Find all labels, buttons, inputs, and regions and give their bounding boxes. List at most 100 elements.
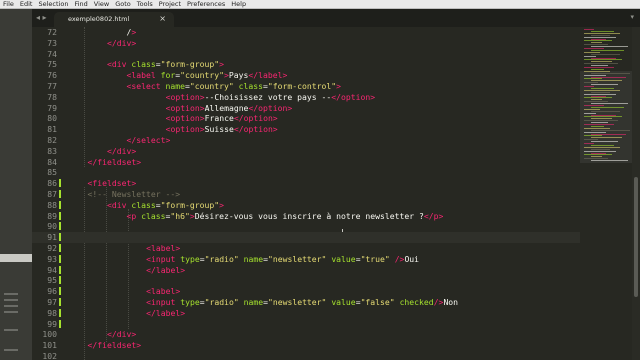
minimap-line	[584, 93, 616, 95]
code-line[interactable]: 73 </div>	[32, 38, 580, 49]
code-line[interactable]: 97 <input type="radio" name="newsletter" …	[32, 297, 580, 308]
menu-file[interactable]: File	[3, 0, 14, 9]
token-tag: <input	[146, 297, 181, 307]
token-tag: </option>	[331, 91, 376, 102]
background-window-mark	[4, 293, 18, 295]
minimap-line	[584, 127, 610, 129]
code-line[interactable]: 95	[32, 275, 580, 286]
code-text: <label>	[146, 243, 180, 254]
menu-project[interactable]: Project	[159, 0, 181, 9]
code-line[interactable]: 91	[32, 232, 580, 243]
token-attr: class	[131, 199, 156, 210]
token-attr: for	[160, 70, 176, 81]
minimap[interactable]	[580, 27, 632, 360]
menu-tools[interactable]: Tools	[137, 0, 153, 9]
background-window-mark	[4, 329, 18, 331]
code-line[interactable]: 92 <label>	[32, 243, 580, 254]
line-number: 72	[47, 27, 57, 37]
code-text: </div>	[107, 38, 136, 49]
code-line[interactable]: 75 <div class="form-group">	[32, 59, 580, 70]
code-line[interactable]: 82 </select>	[32, 135, 580, 146]
token-tag: />	[433, 297, 444, 307]
token-str: "newsletter"	[267, 253, 327, 264]
tab-nav-arrows-icon[interactable]: ◂ ▸	[36, 13, 47, 22]
code-line[interactable]: 94 </label>	[32, 265, 580, 276]
code-line[interactable]: 100 </div>	[32, 329, 580, 340]
tab-list-dropdown-icon[interactable]: ▾	[630, 13, 634, 21]
code-line[interactable]: 85	[32, 167, 580, 178]
token-tag: <select	[126, 81, 166, 91]
minimap-line	[591, 95, 606, 97]
minimap-line	[591, 42, 602, 44]
code-line[interactable]: 89 <p class="h6">Désirez-vous vous inscri…	[32, 211, 580, 222]
menu-selection[interactable]: Selection	[38, 0, 68, 9]
tab-close-icon[interactable]: ×	[159, 14, 166, 23]
menu-edit[interactable]: Edit	[20, 0, 33, 9]
menu-preferences[interactable]: Preferences	[187, 0, 225, 9]
token-attr: class	[238, 81, 264, 91]
token-tag: </label>	[248, 70, 288, 81]
code-line[interactable]: 81 <option>Suisse</option>	[32, 124, 580, 135]
code-line[interactable]: 88 <div class="form-group">	[32, 200, 580, 211]
token-tag: </fieldset>	[87, 340, 142, 351]
menu-help[interactable]: Help	[231, 0, 246, 9]
code-text: </fieldset>	[88, 340, 142, 351]
modified-line-marker	[59, 265, 61, 274]
token-txt: Désirez-vous vous inscrire à notre newsl…	[194, 210, 424, 221]
token-attr: name	[243, 253, 264, 264]
code-line[interactable]: 99	[32, 319, 580, 330]
minimap-line	[591, 34, 610, 36]
modified-line-marker	[59, 233, 61, 242]
scrollbar-thumb[interactable]	[634, 177, 638, 297]
minimap-line	[584, 143, 594, 144]
code-line[interactable]: 83 </div>	[32, 146, 580, 157]
line-number: 91	[47, 232, 57, 243]
code-editor[interactable]: 72 /> 73 </div> 74 75 <div class="form-group">…	[32, 27, 580, 360]
tab-bar: ◂ ▸ exemple0802.html × ▾	[32, 9, 640, 27]
modified-line-marker	[59, 287, 61, 296]
menu-goto[interactable]: Goto	[115, 0, 131, 9]
code-text: </select>	[127, 135, 171, 146]
code-line[interactable]: 80 <option>France</option>	[32, 113, 580, 124]
code-line[interactable]: 90	[32, 221, 580, 232]
minimap-line	[591, 72, 630, 74]
code-line[interactable]: 102	[32, 351, 580, 360]
code-line[interactable]: 76 <label for="country">Pays</label>	[32, 70, 580, 81]
code-line[interactable]: 74	[32, 49, 580, 60]
tab-exemple0802[interactable]: exemple0802.html ×	[54, 12, 174, 27]
token-txt: Suisse	[204, 124, 234, 135]
code-line[interactable]: 87 <!-- Newsletter -->	[32, 189, 580, 200]
minimap-line	[591, 156, 602, 158]
code-text: <option>--Choisissez votre pays --</opti…	[166, 92, 376, 103]
code-line[interactable]: 96 <label>	[32, 286, 580, 297]
code-line[interactable]: 86 <fieldset>	[32, 178, 580, 189]
minimap-line	[591, 137, 622, 139]
token-tag: </option>	[233, 113, 278, 124]
token-txt: Oui	[404, 253, 420, 264]
code-line[interactable]: 93 <input type="radio" name="newsletter" …	[32, 254, 580, 265]
token-tag: </div>	[107, 145, 137, 156]
token-tag: >	[219, 59, 225, 70]
code-line[interactable]: 78 <option>--Choisissez votre pays --</op…	[32, 92, 580, 103]
minimap-line	[584, 120, 618, 122]
minimap-line	[584, 112, 596, 114]
minimap-line	[584, 32, 620, 34]
code-line[interactable]: 72 />	[32, 27, 580, 38]
code-line[interactable]: 79 <option>Allemagne</option>	[32, 103, 580, 114]
menu-view[interactable]: View	[94, 0, 109, 9]
minimap-line	[584, 146, 620, 148]
minimap-line	[591, 57, 616, 59]
code-line[interactable]: 98 </label>	[32, 308, 580, 319]
code-line[interactable]: 84 </fieldset>	[32, 157, 580, 168]
menu-find[interactable]: Find	[74, 0, 87, 9]
minimap-line	[584, 51, 600, 53]
line-number: 81	[47, 124, 57, 135]
token-tag: <label>	[146, 243, 181, 253]
code-line[interactable]: 77 <select name="country" class="form-con…	[32, 81, 580, 92]
token-attr: type	[180, 297, 200, 307]
line-number: 100	[42, 329, 57, 340]
modified-line-marker	[59, 298, 61, 306]
vertical-scrollbar[interactable]	[632, 27, 640, 360]
code-line[interactable]: 101 </fieldset>	[32, 340, 580, 351]
token-tag: </p>	[423, 210, 444, 221]
